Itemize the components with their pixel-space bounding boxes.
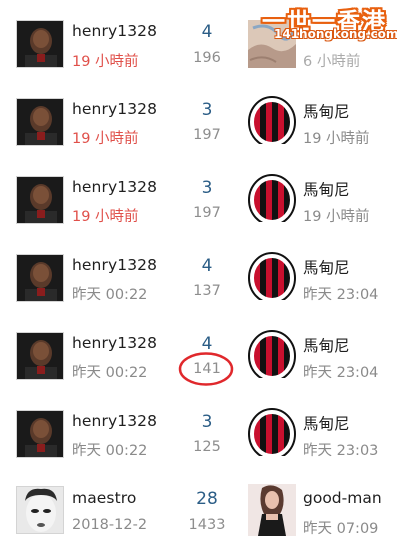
user-avatar[interactable]: [16, 176, 64, 224]
thread-author[interactable]: henry1328: [72, 412, 157, 430]
view-count: 1433: [188, 517, 226, 533]
thread-author[interactable]: maestro: [72, 489, 137, 507]
last-post-time: 昨天 23:03: [303, 443, 379, 459]
acmilan-logo-icon[interactable]: [248, 252, 296, 300]
thread-time: 昨天 00:22: [72, 287, 148, 303]
last-poster-name[interactable]: 馬甸尼: [303, 412, 350, 434]
user-avatar[interactable]: [16, 254, 64, 302]
reply-count: 4: [201, 22, 213, 42]
thread-time: 昨天 00:22: [72, 365, 148, 381]
logo-url-text: 141hongkong.com: [274, 27, 397, 41]
last-post-time: 19 小時前: [303, 209, 370, 225]
thread-author[interactable]: henry1328: [72, 256, 157, 274]
reply-count: 28: [196, 489, 218, 509]
thread-time: 昨天 00:22: [72, 443, 148, 459]
view-count: 196: [193, 50, 221, 66]
last-post-time: 昨天 23:04: [303, 365, 379, 381]
user-avatar[interactable]: [16, 20, 64, 68]
thread-author[interactable]: henry1328: [72, 100, 157, 118]
view-count: 137: [193, 283, 221, 299]
last-poster-name[interactable]: 馬甸尼: [303, 256, 350, 278]
left-edge-marker: [0, 505, 4, 521]
thread-row[interactable]: henry1328 昨天 00:22 3 125 馬甸尼 昨天 23:03: [0, 394, 397, 473]
thread-author[interactable]: henry1328: [72, 22, 157, 40]
thread-time: 19 小時前: [72, 54, 139, 70]
acmilan-logo-icon[interactable]: [248, 174, 296, 222]
highlight-circle: [178, 352, 234, 386]
last-post-time: 19 小時前: [303, 131, 370, 147]
last-poster-name[interactable]: 馬甸尼: [303, 334, 350, 356]
last-post-time: 昨天 07:09: [303, 521, 379, 537]
acmilan-logo-icon[interactable]: [248, 96, 296, 144]
view-count: 125: [193, 439, 221, 455]
view-count: 197: [193, 205, 221, 221]
last-poster-name[interactable]: good-man: [303, 489, 382, 507]
reply-count: 3: [201, 178, 213, 198]
thread-row[interactable]: henry1328 19 小時前 3 197 馬甸尼 19 小時前: [0, 160, 397, 239]
reply-count: 4: [201, 256, 213, 276]
last-poster-avatar[interactable]: [248, 484, 296, 536]
user-avatar[interactable]: [16, 98, 64, 146]
thread-row[interactable]: henry1328 昨天 00:22 4 137 馬甸尼 昨天 23:04: [0, 238, 397, 317]
thread-time: 2018-12-2: [72, 517, 148, 533]
view-count: 197: [193, 127, 221, 143]
reply-count: 3: [201, 100, 213, 120]
user-avatar[interactable]: [16, 332, 64, 380]
thread-time: 19 小時前: [72, 209, 139, 225]
last-post-time: 昨天 23:04: [303, 287, 379, 303]
site-watermark-logo: 一世一香港 141hongkong.com: [262, 2, 397, 41]
last-poster-name[interactable]: 馬甸尼: [303, 178, 350, 200]
last-poster-name[interactable]: 馬甸尼: [303, 100, 350, 122]
thread-time: 19 小時前: [72, 131, 139, 147]
thread-row[interactable]: maestro 2018-12-2 28 1433 good-man 昨天 07…: [0, 472, 397, 550]
acmilan-logo-icon[interactable]: [248, 330, 296, 378]
thread-author[interactable]: henry1328: [72, 334, 157, 352]
user-avatar[interactable]: [16, 410, 64, 458]
thread-author[interactable]: henry1328: [72, 178, 157, 196]
thread-row[interactable]: henry1328 19 小時前 3 197 馬甸尼 19 小時前: [0, 82, 397, 161]
reply-count: 3: [201, 412, 213, 432]
last-post-time: 6 小時前: [303, 54, 361, 70]
user-avatar[interactable]: [16, 486, 64, 534]
acmilan-logo-icon[interactable]: [248, 408, 296, 456]
